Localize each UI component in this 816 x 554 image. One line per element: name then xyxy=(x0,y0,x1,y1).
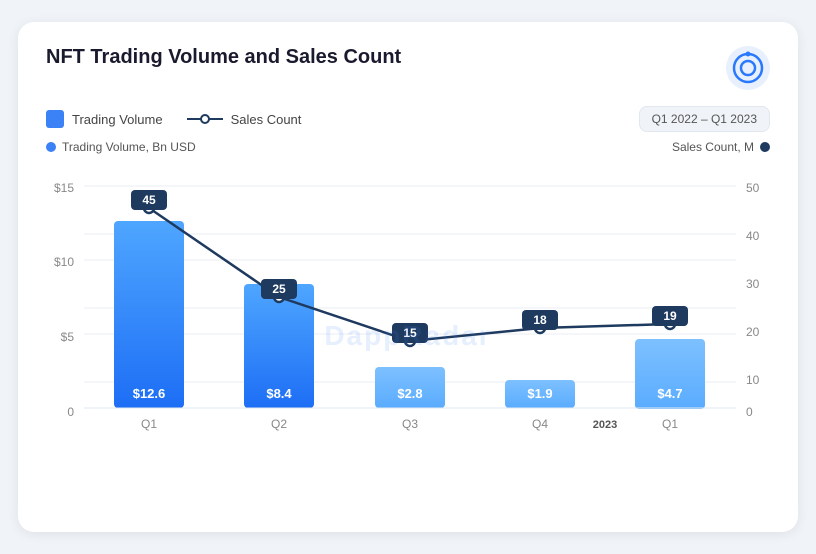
svg-text:$10: $10 xyxy=(54,255,74,269)
svg-text:40: 40 xyxy=(746,229,760,243)
dappradar-logo xyxy=(726,46,770,90)
svg-text:19: 19 xyxy=(663,309,677,323)
sub-legend-left-label: Trading Volume, Bn USD xyxy=(62,140,196,154)
legend-line-icon xyxy=(187,111,223,127)
svg-text:Q3: Q3 xyxy=(402,417,418,431)
svg-text:$12.6: $12.6 xyxy=(133,386,166,401)
svg-text:2023: 2023 xyxy=(593,419,617,431)
svg-text:$15: $15 xyxy=(54,181,74,195)
legend-row: Trading Volume Sales Count Q1 2022 – Q1 … xyxy=(46,106,770,132)
sub-legend: Trading Volume, Bn USD Sales Count, M xyxy=(46,140,770,154)
svg-text:45: 45 xyxy=(142,193,156,207)
svg-text:Q1: Q1 xyxy=(662,417,678,431)
svg-text:0: 0 xyxy=(67,405,74,419)
chart-title: NFT Trading Volume and Sales Count xyxy=(46,46,401,69)
svg-text:50: 50 xyxy=(746,181,760,195)
legend-trading-volume-label: Trading Volume xyxy=(72,112,163,127)
svg-text:20: 20 xyxy=(746,325,760,339)
legend-sales-count-label: Sales Count xyxy=(231,112,302,127)
chart-header: NFT Trading Volume and Sales Count xyxy=(46,46,770,90)
svg-text:Q1: Q1 xyxy=(141,417,157,431)
svg-text:$2.8: $2.8 xyxy=(397,386,422,401)
chart-svg: $15 $10 $5 0 50 40 30 20 10 0 xyxy=(46,166,770,506)
svg-text:Q4: Q4 xyxy=(532,417,548,431)
dot-blue-icon xyxy=(46,142,56,152)
svg-text:30: 30 xyxy=(746,277,760,291)
legend-sales-count: Sales Count xyxy=(187,111,302,127)
svg-text:$4.7: $4.7 xyxy=(657,386,682,401)
chart-area: DappRadar $15 $10 $5 0 50 40 30 20 10 0 xyxy=(46,166,770,506)
svg-text:15: 15 xyxy=(403,326,417,340)
sales-line xyxy=(149,208,670,341)
svg-text:18: 18 xyxy=(533,313,547,327)
sub-legend-left: Trading Volume, Bn USD xyxy=(46,140,196,154)
dot-dark-icon xyxy=(760,142,770,152)
svg-text:Q2: Q2 xyxy=(271,417,287,431)
chart-card: NFT Trading Volume and Sales Count Tradi… xyxy=(18,22,798,532)
legend-trading-volume: Trading Volume xyxy=(46,110,163,128)
svg-text:$8.4: $8.4 xyxy=(266,386,292,401)
svg-text:10: 10 xyxy=(746,373,760,387)
svg-text:25: 25 xyxy=(272,282,286,296)
bar-q1 xyxy=(114,221,184,408)
svg-text:$5: $5 xyxy=(61,330,75,344)
sub-legend-right-label: Sales Count, M xyxy=(672,140,754,154)
date-range-badge[interactable]: Q1 2022 – Q1 2023 xyxy=(639,106,770,132)
legend-left: Trading Volume Sales Count xyxy=(46,110,301,128)
legend-box-blue xyxy=(46,110,64,128)
sub-legend-right: Sales Count, M xyxy=(672,140,770,154)
svg-text:$1.9: $1.9 xyxy=(527,386,552,401)
svg-text:0: 0 xyxy=(746,405,753,419)
